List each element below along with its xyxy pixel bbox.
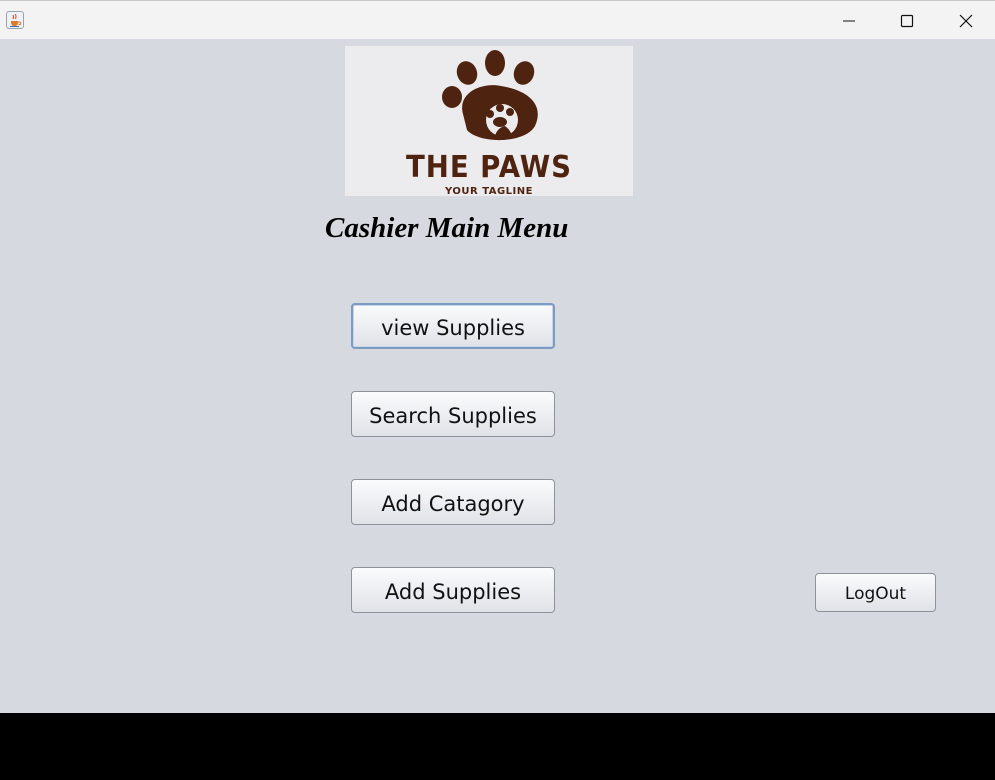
title-bar xyxy=(0,0,995,39)
maximize-icon xyxy=(900,14,914,27)
screen-bottom-bar xyxy=(0,713,995,780)
view-supplies-button[interactable]: view Supplies xyxy=(351,303,555,349)
minimize-icon xyxy=(843,20,855,21)
close-icon xyxy=(959,14,973,27)
logo-image: THE PAWS YOUR TAGLINE xyxy=(345,46,633,197)
logo-title: THE PAWS xyxy=(406,150,572,185)
paw-icon xyxy=(442,50,538,141)
app-window: THE PAWS YOUR TAGLINE Cashier Main Menu … xyxy=(0,0,995,713)
close-button[interactable] xyxy=(937,1,995,40)
logout-button[interactable]: LogOut xyxy=(815,573,936,612)
search-supplies-button[interactable]: Search Supplies xyxy=(351,391,555,437)
java-cup-icon xyxy=(6,11,24,29)
page-title: Cashier Main Menu xyxy=(325,212,569,244)
add-supplies-button[interactable]: Add Supplies xyxy=(351,567,555,613)
logo-tagline: YOUR TAGLINE xyxy=(445,186,533,197)
main-panel: THE PAWS YOUR TAGLINE Cashier Main Menu … xyxy=(0,39,995,713)
minimize-button[interactable] xyxy=(820,1,878,40)
add-category-button[interactable]: Add Catagory xyxy=(351,479,555,525)
maximize-button[interactable] xyxy=(878,1,936,40)
